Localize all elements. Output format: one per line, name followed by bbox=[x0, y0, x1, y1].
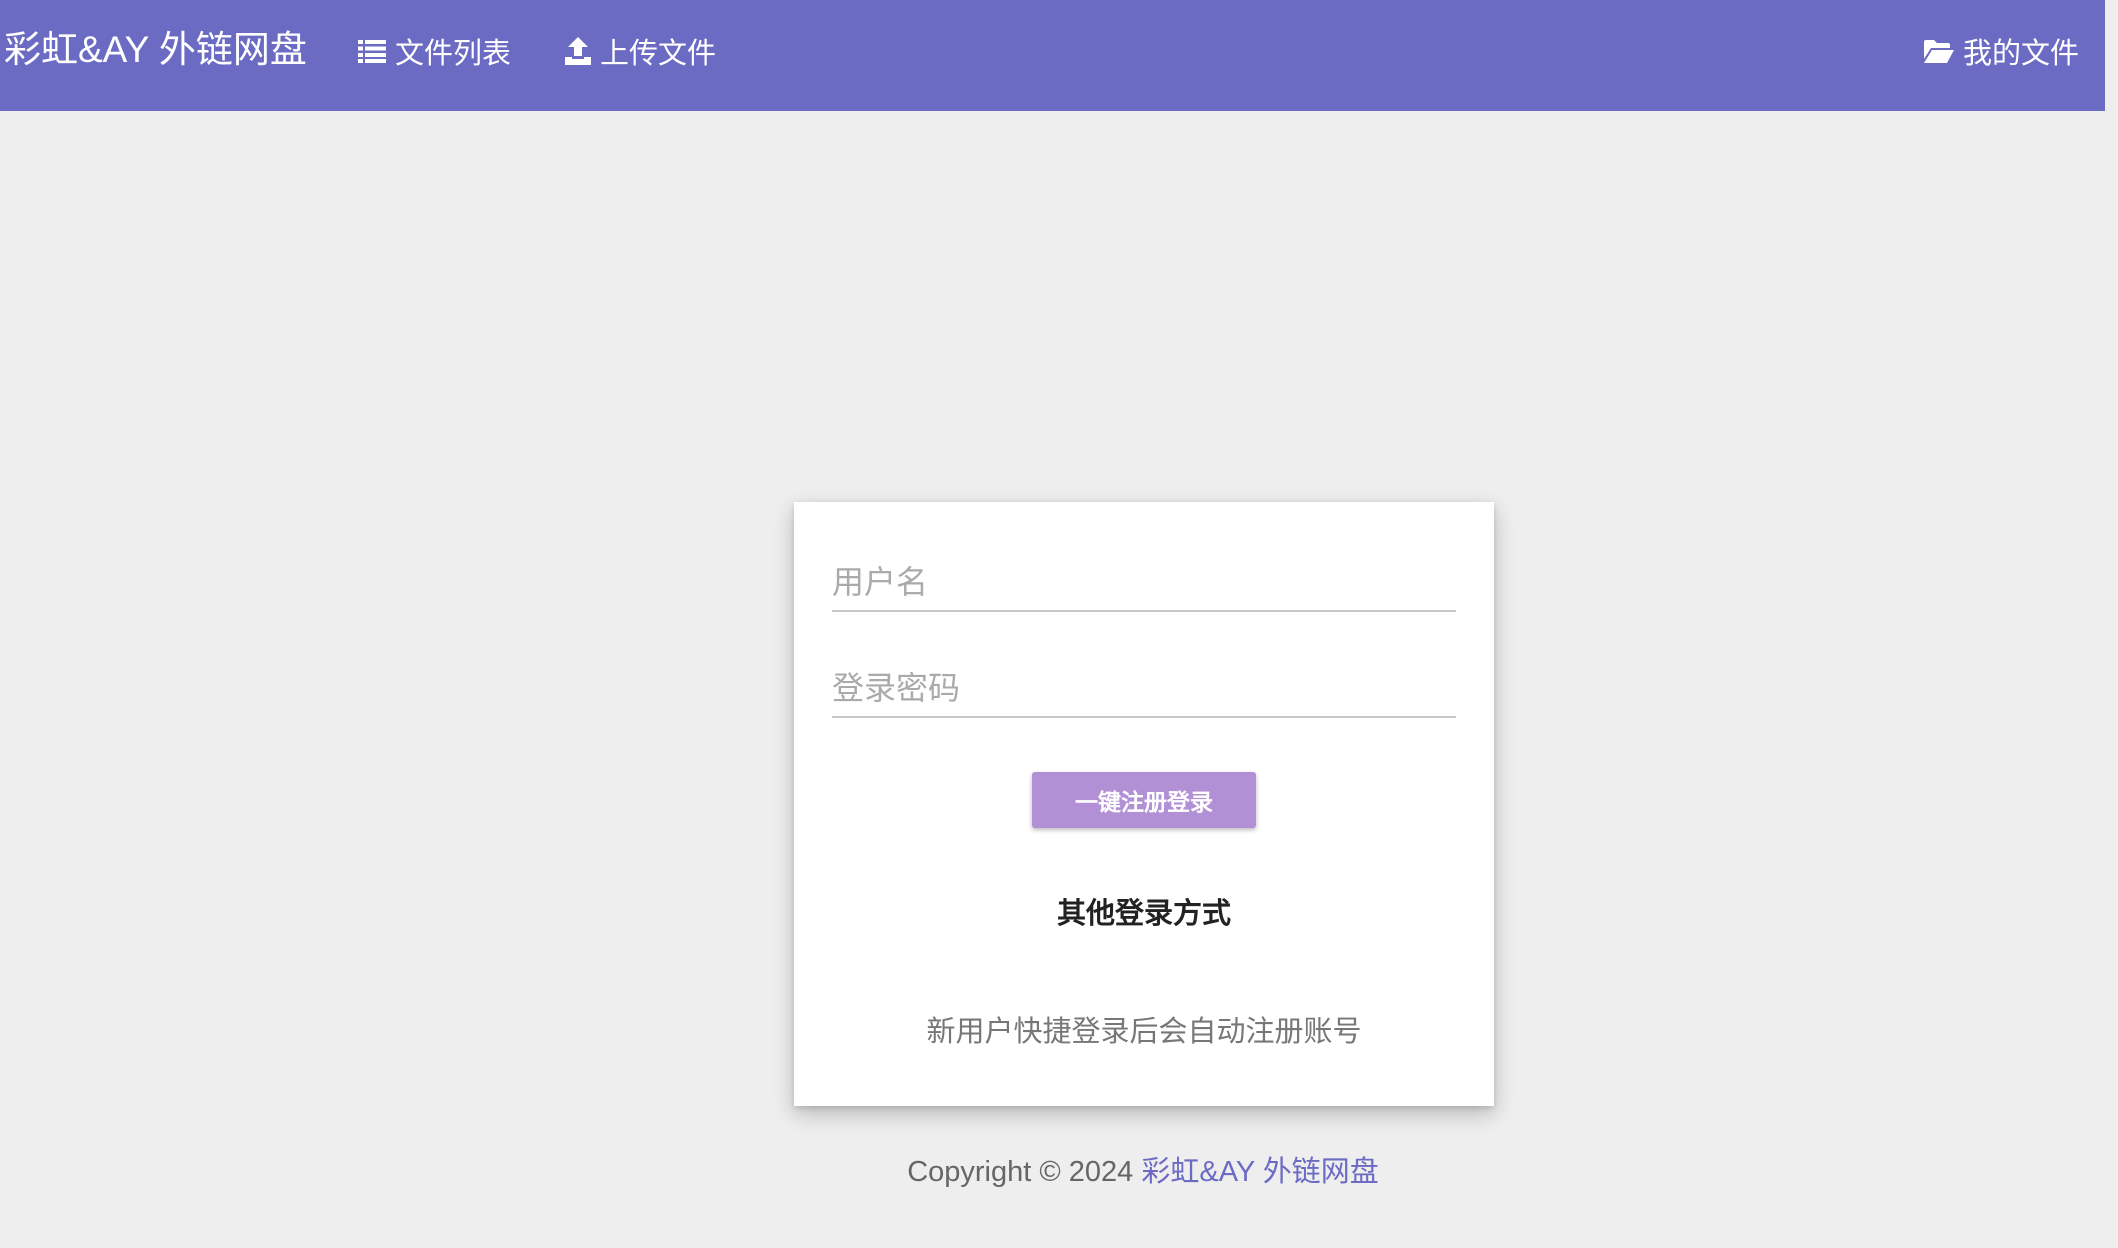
top-navbar: 彩虹&AY 外链网盘 文件列表 上传文件 我的文件 bbox=[0, 0, 2105, 111]
username-input[interactable] bbox=[832, 554, 1456, 612]
nav-file-list-label: 文件列表 bbox=[395, 38, 512, 70]
password-input[interactable] bbox=[832, 660, 1456, 718]
folder-open-icon bbox=[1924, 40, 1954, 63]
other-login-methods-heading: 其他登录方式 bbox=[1056, 898, 1231, 930]
upload-icon bbox=[565, 37, 591, 65]
nav-my-files-label: 我的文件 bbox=[1963, 38, 2080, 70]
brand-logo-text[interactable]: 彩虹&AY 外链网盘 bbox=[4, 26, 307, 74]
footer-copyright: Copyright © 2024 彩虹&AY 外链网盘 bbox=[0, 1148, 2118, 1190]
auto-register-hint: 新用户快捷登录后会自动注册账号 bbox=[926, 1016, 1362, 1048]
nav-my-files[interactable]: 我的文件 bbox=[1924, 30, 2079, 72]
list-icon bbox=[358, 40, 386, 63]
footer-copyright-text: Copyright © 2024 bbox=[907, 1156, 1142, 1188]
one-click-login-button[interactable]: 一键注册登录 bbox=[1032, 772, 1256, 828]
footer-site-link[interactable]: 彩虹&AY 外链网盘 bbox=[1141, 1156, 1378, 1188]
nav-file-list[interactable]: 文件列表 bbox=[358, 30, 511, 72]
nav-upload-file[interactable]: 上传文件 bbox=[565, 30, 716, 72]
nav-upload-file-label: 上传文件 bbox=[600, 38, 717, 70]
page-scrollbar-track bbox=[2105, 0, 2118, 1248]
